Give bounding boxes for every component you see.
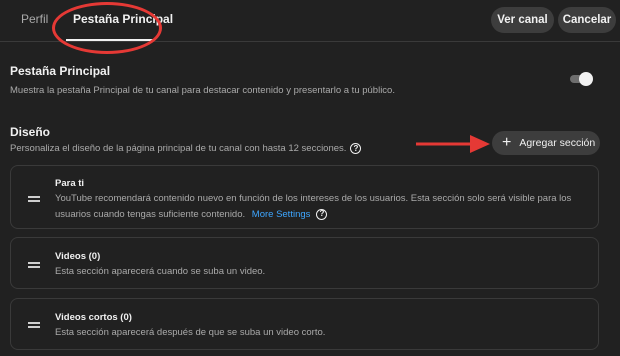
section-description-line2: usuarios cuando tengas suficiente conten… [55, 209, 246, 220]
section-description: Esta sección aparecerá después de que se… [55, 327, 326, 338]
cancel-button[interactable]: Cancelar [558, 7, 616, 33]
main-tab-description: Muestra la pestaña Principal de tu canal… [10, 85, 395, 96]
annotation-arrow [416, 135, 490, 153]
section-title: Videos cortos (0) [55, 312, 132, 323]
tab-perfil[interactable]: Perfil [21, 12, 48, 26]
more-settings-link[interactable]: More Settings [252, 209, 311, 220]
section-description: Esta sección aparecerá cuando se suba un… [55, 266, 266, 277]
section-card-videos-cortos[interactable]: Videos cortos (0) Esta sección aparecerá… [10, 298, 599, 350]
section-card-videos[interactable]: Videos (0) Esta sección aparecerá cuando… [10, 237, 599, 289]
view-channel-button[interactable]: Ver canal [491, 7, 554, 33]
plus-icon: + [502, 134, 512, 151]
design-description: Personaliza el diseño de la página princ… [10, 143, 347, 155]
drag-handle-icon[interactable] [28, 262, 40, 268]
section-description: YouTube recomendará contenido nuevo en f… [55, 191, 575, 223]
design-description-row: Personaliza el diseño de la página princ… [10, 143, 362, 155]
section-title: Videos (0) [55, 251, 101, 262]
toggle-knob [579, 72, 593, 86]
annotation-ellipse [52, 2, 162, 54]
add-section-label: Agregar sección [519, 137, 596, 149]
section-title: Para ti [55, 178, 85, 189]
design-title: Diseño [10, 125, 51, 139]
drag-handle-icon[interactable] [28, 322, 40, 328]
section-description-line1: YouTube recomendará contenido nuevo en f… [55, 193, 572, 204]
drag-handle-icon[interactable] [28, 196, 40, 202]
help-icon[interactable]: ? [316, 208, 328, 220]
main-tab-title: Pestaña Principal [10, 64, 111, 78]
section-card-para-ti[interactable]: Para ti YouTube recomendará contenido nu… [10, 165, 599, 229]
add-section-button[interactable]: + Agregar sección [492, 131, 600, 155]
help-icon[interactable]: ? [350, 143, 362, 154]
main-tab-toggle[interactable] [570, 72, 594, 86]
